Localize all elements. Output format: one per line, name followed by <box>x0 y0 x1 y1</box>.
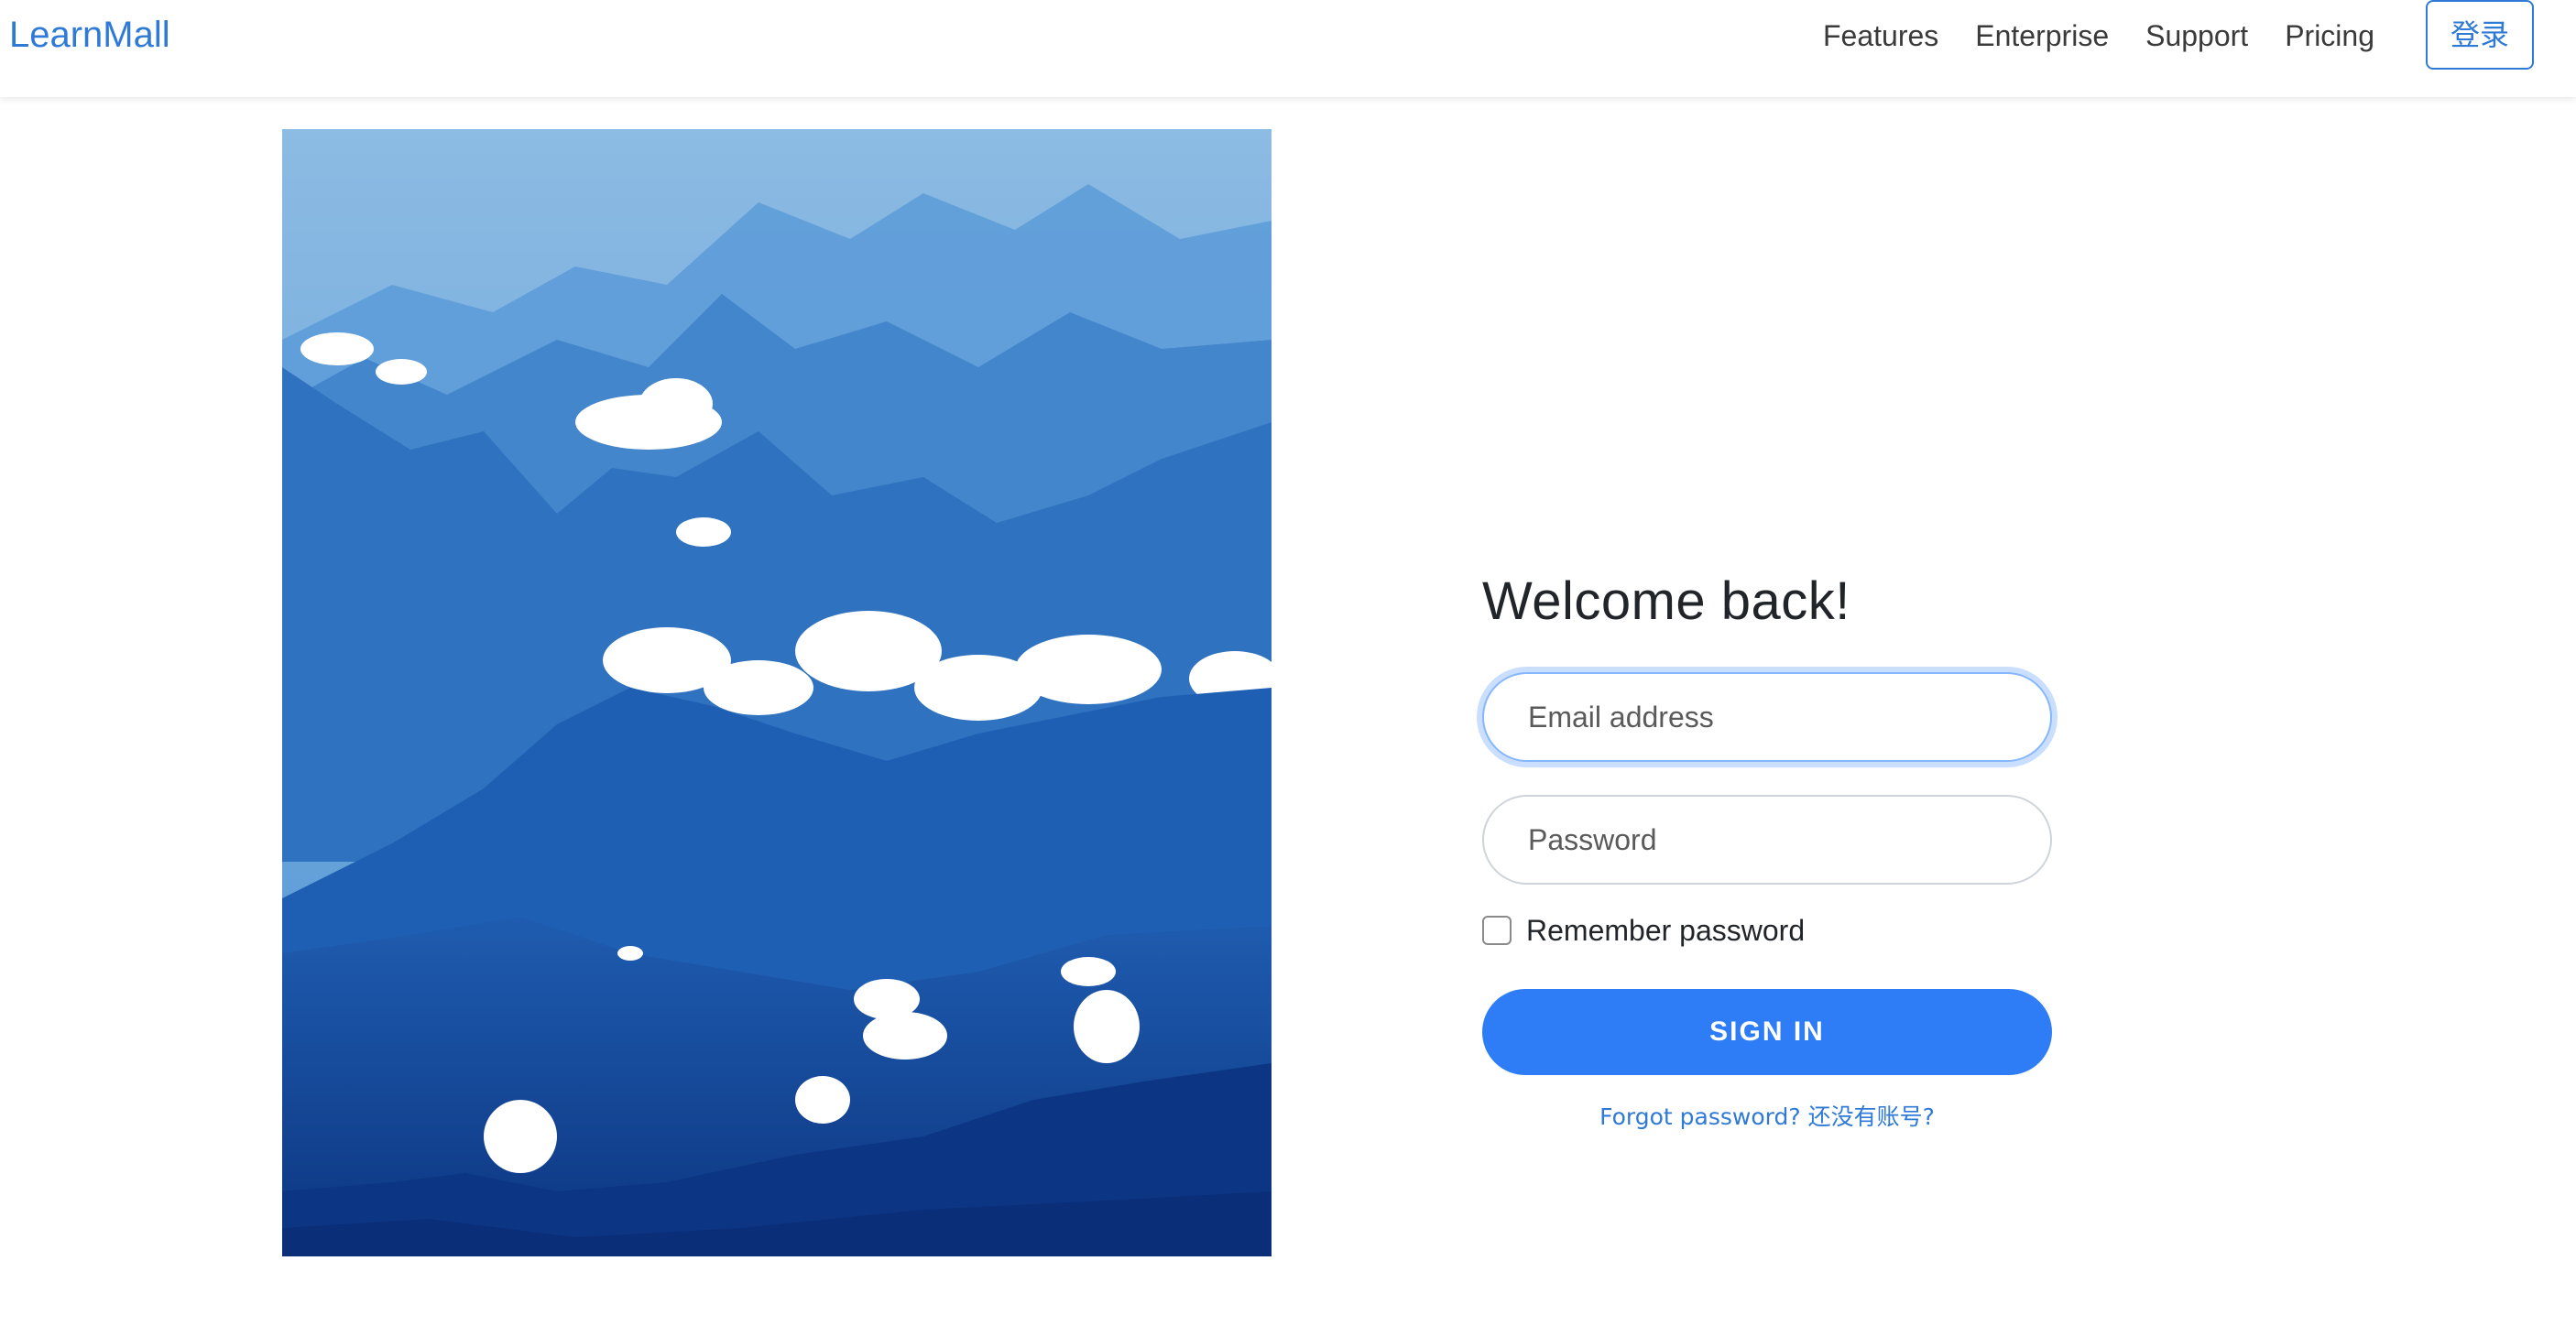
remember-password-label: Remember password <box>1526 913 1806 947</box>
remember-password-checkbox[interactable] <box>1482 916 1512 945</box>
signup-link[interactable]: 还没有账号? <box>1808 1103 1935 1130</box>
sign-in-button[interactable]: SIGN IN <box>1482 989 2052 1075</box>
nav-link-pricing[interactable]: Pricing <box>2285 13 2374 59</box>
top-navbar: LearnMall Features Enterprise Support Pr… <box>0 0 2576 97</box>
forgot-password-link[interactable]: Forgot password? <box>1599 1103 1801 1130</box>
remember-password-row[interactable]: Remember password <box>1482 910 1805 951</box>
email-field[interactable] <box>1482 672 2052 762</box>
hero-image <box>282 129 1272 1256</box>
login-button[interactable]: 登录 <box>2426 0 2534 70</box>
nav-link-features[interactable]: Features <box>1823 13 1938 59</box>
login-form: Welcome back! Remember password SIGN IN … <box>1482 560 2052 1130</box>
nav-link-support[interactable]: Support <box>2145 13 2248 59</box>
brand-logo-link[interactable]: LearnMall <box>9 11 170 59</box>
mountain-landscape-image <box>282 129 1272 1256</box>
nav-links: Features Enterprise Support Pricing <box>1823 13 2374 59</box>
password-field[interactable] <box>1482 795 2052 885</box>
form-links: Forgot password? 还没有账号? <box>1482 1099 2052 1132</box>
nav-link-enterprise[interactable]: Enterprise <box>1975 13 2109 59</box>
welcome-heading: Welcome back! <box>1482 571 1850 631</box>
